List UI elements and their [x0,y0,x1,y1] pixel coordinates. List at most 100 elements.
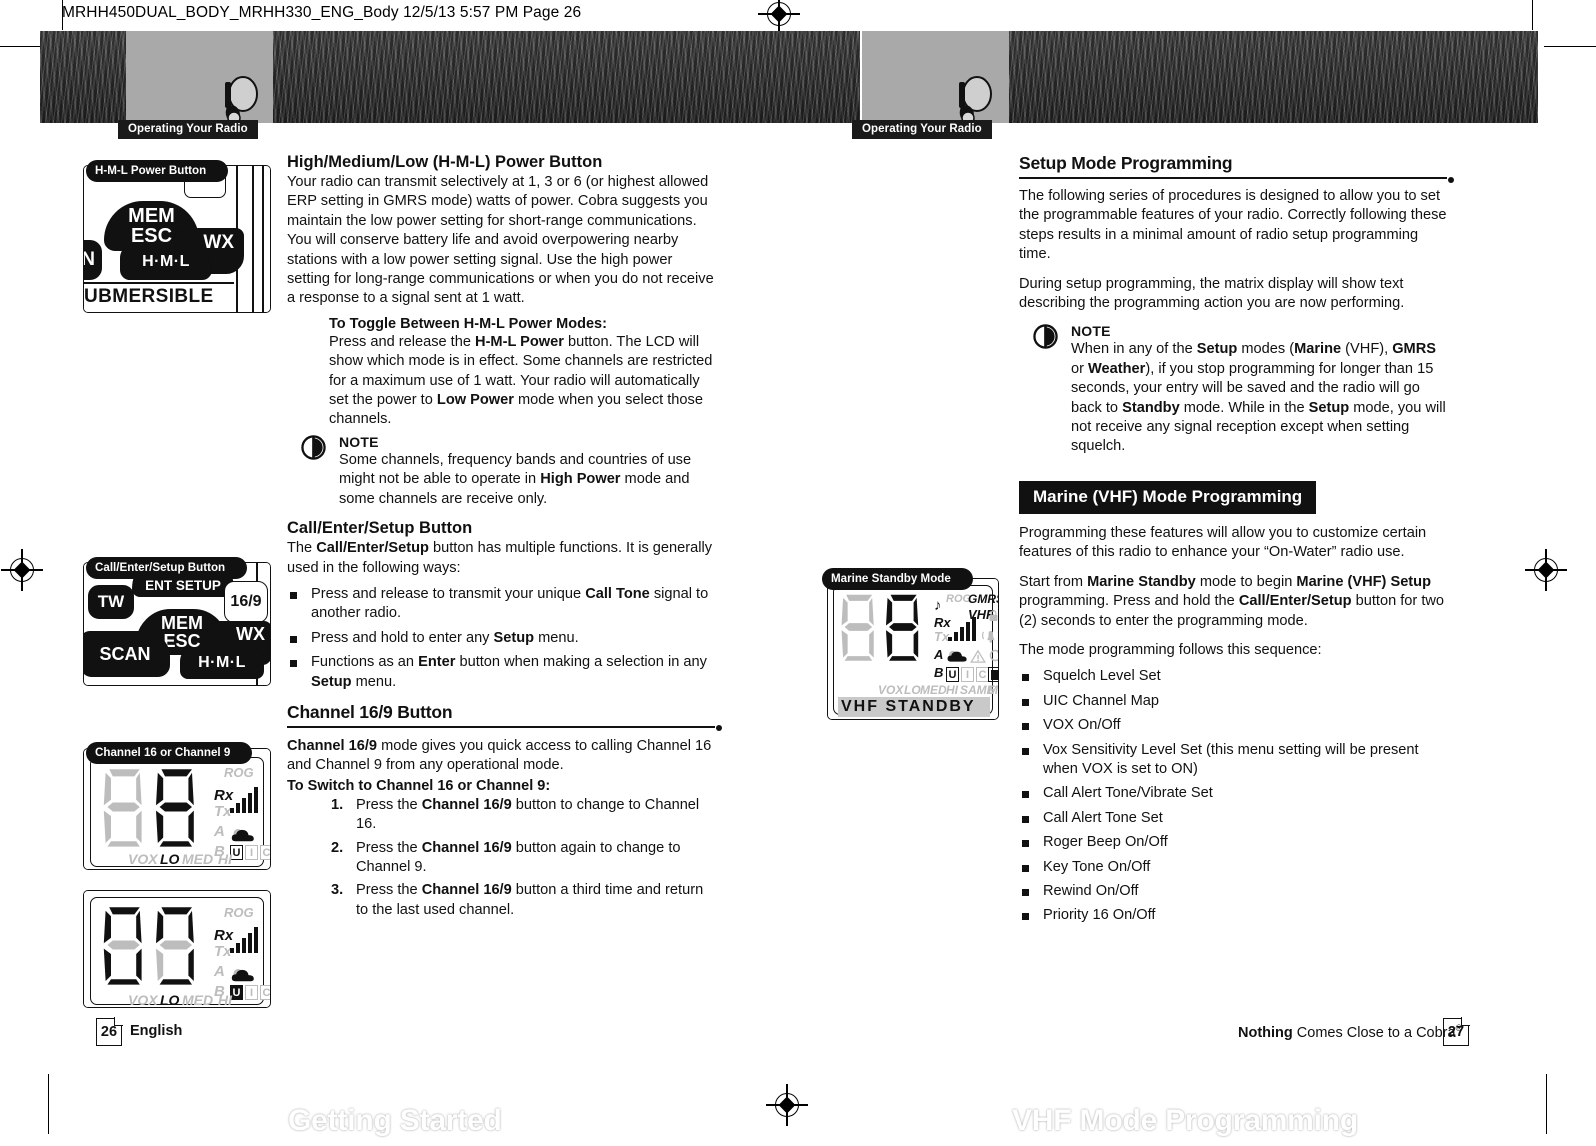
key-16-9-call[interactable]: 16/9 [224,581,268,623]
key-hml[interactable]: H·M·L [120,244,212,280]
marine-p2-c: mode to begin [1195,573,1297,590]
right-banner-tab: Operating Your Radio [852,120,992,139]
lcd-ind-tx-m: Tx [934,629,950,644]
lcd-signal-bars-m [948,617,976,641]
ch-intro-a: Channel 16/9 [287,737,378,754]
list-item: 3. Press the Channel 16/9 button a third … [331,881,715,920]
lcd-indicator-a: A [214,823,225,840]
left-page-title: Getting Started [288,1104,502,1137]
note-block-setup-modes: NOTE When in any of the Setup modes (Mar… [1027,323,1447,456]
key-n[interactable]: N [84,240,102,280]
lcd-indicator-a-2: A [214,963,225,980]
lcd-uic-group: U I C [230,845,270,860]
list-item: Squelch Level Set [1019,667,1447,686]
list-item: Call Alert Tone/Vibrate Set [1019,784,1447,803]
weather-cloud-icon-m [947,650,967,662]
note2-a: When in any of the [1071,341,1197,358]
right-page-title: VHF Mode Programming [1012,1104,1359,1137]
list-item: Rewind On/Off [1019,882,1447,901]
footer-tagline: Nothing Comes Close to a Cobra® [1238,1023,1462,1041]
registration-mark-left [1,549,43,591]
warning-triangle-icon [970,649,986,663]
lcd-uic-c-2: C [260,985,270,1000]
step-2-b: Channel 16/9 [421,839,512,856]
left-text-column: High/Medium/Low (H-M-L) Power Button You… [287,153,722,924]
note2-e: (VHF), [1341,341,1393,358]
list-item: Priority 16 On/Off [1019,906,1447,925]
figure-call-caption: Call/Enter/Setup Button [86,557,248,579]
toggle-text-d: Low Power [436,392,514,409]
lcd-indicator-rog-2: ROG [224,905,254,920]
key-ent-setup-label: ENT SETUP [145,577,221,593]
note-icon [301,435,326,460]
key-hml-call[interactable]: H·M·L [180,647,264,679]
note2-l: Setup [1308,399,1350,416]
lcd-indicator-vox: VOX [128,851,158,867]
lcd-indicator-vox-2: VOX [128,992,158,1008]
call-keypad-artwork: CALL ENT SETUP TW 16/9 MEM ESC SCAN WX H… [84,563,270,685]
step-1-number: 1. [331,796,344,813]
heading-switch-channel: To Switch to Channel 16 or Channel 9: [287,777,551,794]
list-item: Vox Sensitivity Level Set (this menu set… [1019,741,1447,780]
seven-segment-16-marine [841,594,919,661]
figure-ch169-caption: Channel 16 or Channel 9 [86,742,253,764]
lcd-ind-b-m: B [934,665,944,680]
paragraph-marine-3: The mode programming follows this sequen… [1019,641,1322,658]
lcd-signal-bars [230,787,258,813]
list-item: 1. Press the Channel 16/9 button to chang… [331,796,715,835]
lcd-indicator-hi: HI [218,851,232,867]
marine-p2-e: programming. Press and hold the [1019,593,1239,610]
scan-loop-icon [989,649,998,662]
registration-mark-right [1525,549,1567,591]
bullet-3-b: Enter [418,654,456,671]
print-slug-line: MRHH450DUAL_BODY_MRHH330_ENG_Body 12/5/1… [62,4,582,21]
list-item: UIC Channel Map [1019,692,1447,711]
lcd-uic-c: C [260,845,270,860]
lcd-indicator-rog: ROG [224,765,254,780]
lcd-uic-i-m: I [961,667,974,682]
call-intro-b: Call/Enter/Setup [316,540,429,557]
channel-steps-list: 1. Press the Channel 16/9 button to chang… [331,796,715,920]
submersible-label: UBMERSIBLE [84,286,214,307]
marine-p2-a: Start from [1019,573,1088,590]
note-body: Some channels, frequency bands and count… [339,451,715,509]
lcd-indicator-tx: Tx [214,803,232,820]
lcd-indicator-tx-2: Tx [214,943,232,960]
note2-j: Standby [1122,399,1180,416]
step-1-b: Channel 16/9 [421,796,512,813]
lcd-artwork-ch09: ROG Rx Tx A B U I C VOX LO MED HI [84,891,270,1007]
note-title: NOTE [339,433,379,450]
paragraph-setup-1: The following series of procedures is de… [1019,188,1447,263]
marine-sequence-list: Squelch Level Set UIC Channel Map VOX On… [1019,667,1447,925]
paragraph-setup-2: During setup programming, the matrix dis… [1019,275,1405,312]
note2-g: or [1071,360,1089,377]
crop-line-right-upper [1544,46,1596,48]
lcd-indicator-med: MED [182,851,214,867]
key-tw[interactable]: TW [88,585,134,619]
right-page-number: 27 [1443,1017,1470,1046]
note-body-2: When in any of the Setup modes (Marine (… [1071,340,1447,456]
figure-hml-caption: H-M-L Power Button [86,160,229,182]
tagline-rest: Comes Close to a Cobra [1292,1024,1456,1041]
figure-channel-16-display: ROG Rx Tx A B U I C VOX LO MED HI [83,748,271,870]
list-item: Functions as an Enter button when making… [287,653,715,692]
figure-call-enter-setup-button: CALL ENT SETUP TW 16/9 MEM ESC SCAN WX H… [83,562,271,686]
list-item: Press and hold to enter any Setup menu. [287,629,715,648]
step-2-a: Press the [356,839,422,856]
key-scan[interactable]: SCAN [84,631,170,677]
bullet-3-e: menu. [351,673,397,690]
heading-hml-power-button: High/Medium/Low (H-M-L) Power Button [287,153,603,171]
note2-f: GMRS [1392,341,1436,358]
bullet-2-b: Setup [493,629,535,646]
call-intro-a: The [287,540,317,557]
lcd-artwork-ch16: ROG Rx Tx A B U I C VOX LO MED HI [84,749,270,869]
left-banner-tab: Operating Your Radio [118,120,258,139]
note2-b: Setup [1196,341,1238,358]
crop-line-left-lower [48,1074,50,1134]
lcd-matrix-display: VHF STANDBY [838,697,990,717]
lcd-uic-group-m: U I C [946,667,989,682]
tagline-bold: Nothing [1238,1024,1293,1041]
paragraph-hml-power: Your radio can transmit selectively at 1… [287,174,714,307]
paragraph-toggle-modes: Press and release the H-M-L Power button… [329,333,715,430]
toggle-block: To Toggle Between H-M-L Power Modes: Pre… [329,316,715,430]
